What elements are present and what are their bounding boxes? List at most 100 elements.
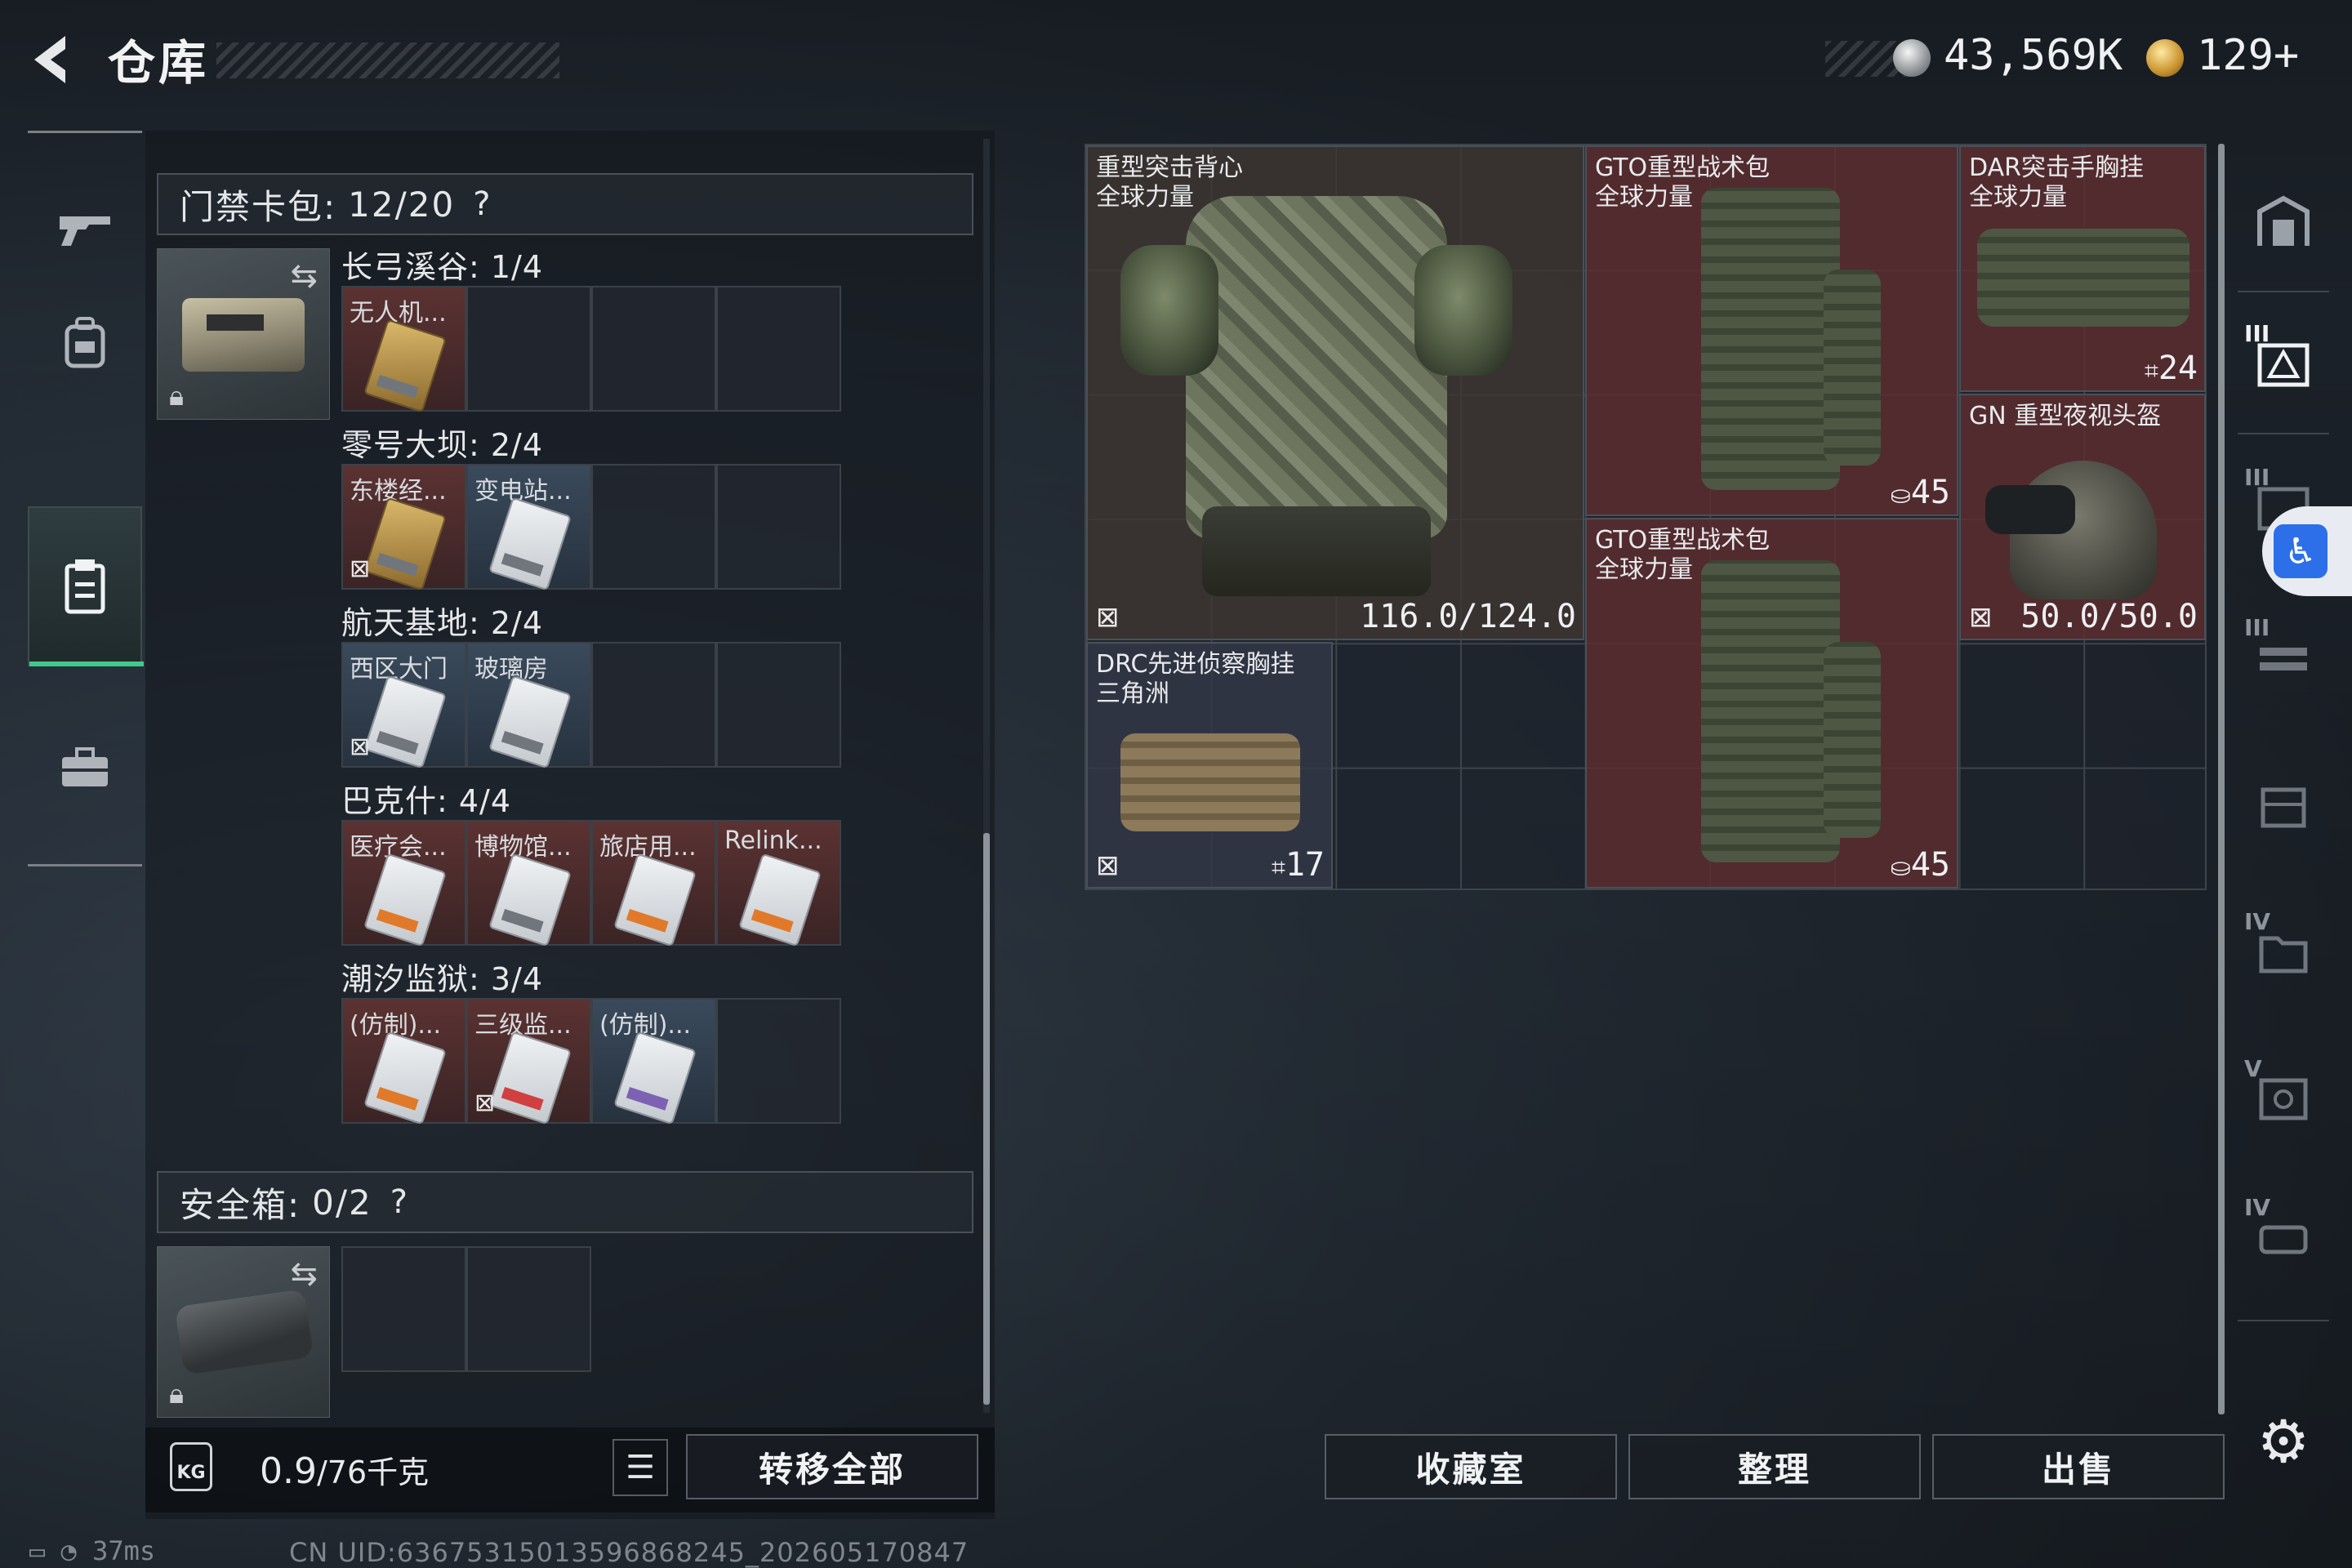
keycard-icon [488, 497, 572, 591]
keycard-slot[interactable]: 医疗会... [341, 820, 466, 947]
keycard-slot[interactable]: 东楼经... ⊠ [341, 464, 466, 591]
safe-icon [2257, 195, 2310, 246]
safe-box-slot[interactable]: ⇆ 🔒︎ [157, 1246, 330, 1418]
inventory-item-vest[interactable]: 重型突击背心 全球力量 ⊠ 116.0/124.0 [1086, 145, 1584, 640]
item-capacity: ⛀45 [1890, 846, 1950, 884]
gold-coin-icon [2146, 39, 2184, 77]
transfer-all-button[interactable]: 转移全部 [686, 1434, 978, 1499]
storage-tab-1[interactable] [2234, 160, 2332, 283]
sell-button[interactable]: 出售 [1932, 1434, 2225, 1499]
accessibility-button[interactable]: ♿︎ [2262, 506, 2352, 596]
keycard-slot[interactable]: Relink... [716, 820, 841, 947]
backpack-side-pouch [1824, 642, 1881, 838]
keycard-name: 玻璃房 [474, 655, 548, 684]
empty-keycard-slot[interactable] [716, 642, 841, 768]
inventory-item-gto-bag[interactable]: GTO重型战术包 全球力量 ⛀45 [1585, 518, 1958, 889]
inventory-item-dar-chest-rig[interactable]: DAR突击手胸挂 全球力量 ⌗24 [1959, 145, 2206, 392]
supplies-tab[interactable] [28, 702, 142, 833]
rig-icon: ⌗ [2144, 357, 2158, 385]
keycard-slot[interactable]: 玻璃房 [466, 642, 591, 769]
empty-keycard-slot[interactable] [591, 642, 716, 768]
back-arrow-icon[interactable] [24, 31, 82, 88]
safe-box-empty-slot[interactable] [341, 1246, 466, 1372]
network-status: ▭ ◔ 37ms [29, 1535, 156, 1566]
empty-keycard-slot[interactable] [716, 286, 841, 412]
no-insure-icon: ⊠ [474, 1089, 496, 1117]
keycard-slot[interactable]: 博物馆... [466, 820, 591, 947]
cards-tab[interactable] [28, 506, 144, 666]
storage-tab-7[interactable]: V [2234, 1037, 2332, 1160]
keycard-name: 医疗会... [350, 833, 447, 862]
backpack-image [1701, 560, 1840, 862]
keycard-slot[interactable]: 三级监... ⊠ [466, 998, 591, 1125]
keycard-stripe [376, 730, 419, 755]
bag-icon: ⛀ [1890, 853, 1911, 882]
safe-box-help-icon[interactable]: ? [390, 1183, 409, 1221]
keycard-icon [738, 853, 822, 947]
clipboard-icon [65, 559, 105, 614]
left-scrollbar[interactable] [983, 139, 990, 1413]
no-insure-icon: ⊠ [1969, 601, 1993, 634]
keycard-slot[interactable]: 旅店用... [591, 820, 716, 947]
nav-top-divider [28, 131, 142, 133]
empty-keycard-slot[interactable] [591, 464, 716, 590]
keycard-icon [488, 675, 572, 769]
user-id: CN UID:636753150135968682​45_20260517084… [289, 1537, 969, 1568]
keycard-slot[interactable]: 无人机... [341, 286, 466, 413]
keycard-slot[interactable]: (仿制)... [341, 998, 466, 1125]
keycard-case-window [207, 314, 264, 331]
backpack-icon [65, 317, 105, 368]
keycard-stripe [376, 908, 419, 933]
gold-amount[interactable]: 129+ [2197, 31, 2299, 80]
chest-rig-image [1977, 229, 2189, 327]
safe-box-empty-slot[interactable] [466, 1246, 591, 1372]
inventory-item-nv-helmet[interactable]: GN 重型夜视头盔 ⊠ 50.0/50.0 [1959, 394, 2206, 640]
item-name: GTO重型战术包 全球力量 [1595, 154, 1771, 212]
keycard-row: 无人机... [341, 286, 841, 413]
keycard-icon [613, 1031, 697, 1125]
backpack-side-pouch [1824, 270, 1881, 466]
keycard-icon [488, 853, 572, 947]
settings-button[interactable]: ⚙ [2234, 1380, 2332, 1503]
organize-button[interactable]: 整理 [1628, 1434, 1921, 1499]
storage-tab-8[interactable]: IV [2234, 1176, 2332, 1298]
keycard-slot[interactable]: 变电站... [466, 464, 591, 591]
keycard-slot[interactable]: (仿制)... [591, 998, 716, 1125]
keycard-stripe [501, 1086, 544, 1111]
keycard-name: 西区大门 [350, 655, 448, 684]
storage-tab-2[interactable]: III [2234, 302, 2332, 425]
storage-tab-5[interactable] [2234, 743, 2332, 866]
lock-icon: 🔒︎ [169, 1378, 185, 1410]
keycard-slot[interactable]: 西区大门 ⊠ [341, 642, 466, 769]
nav-separator [2238, 291, 2329, 292]
swap-icon[interactable]: ⇆ [290, 1255, 318, 1293]
keycard-icon [363, 497, 447, 591]
collection-room-button[interactable]: 收藏室 [1325, 1434, 1617, 1499]
swap-icon[interactable]: ⇆ [290, 257, 318, 295]
empty-keycard-slot[interactable] [591, 286, 716, 412]
lock-icon: 🔒︎ [169, 380, 185, 412]
keycard-help-icon[interactable]: ? [473, 185, 492, 223]
inventory-item-gto-bag[interactable]: GTO重型战术包 全球力量 ⛀45 [1585, 145, 1958, 516]
inventory-item-drc-chest-rig[interactable]: DRC先进侦察胸挂 三角洲 ⊠ ⌗17 [1086, 642, 1333, 889]
storage-tab-4[interactable]: III [2234, 596, 2332, 719]
empty-keycard-slot[interactable] [716, 998, 841, 1124]
keycard-case-slot[interactable]: ⇆ 🔒︎ [157, 248, 330, 420]
list-icon: ☰ [626, 1449, 655, 1486]
safe-box-label: 安全箱: [180, 1184, 301, 1225]
keycard-icon [363, 318, 447, 413]
inventory-scrollbar[interactable] [2218, 144, 2225, 1414]
silver-amount[interactable]: 43,569K [1944, 31, 2123, 80]
storage-tab-6[interactable]: IV [2234, 890, 2332, 1013]
keycard-stripe [501, 730, 544, 755]
top-bar: 仓库 43,569K 129+ [0, 0, 2352, 122]
empty-keycard-slot[interactable] [716, 464, 841, 590]
tab-level: III [2244, 614, 2270, 641]
list-view-button[interactable]: ☰ [612, 1439, 668, 1496]
gear-tab[interactable] [28, 278, 142, 408]
weapons-tab[interactable] [28, 163, 142, 294]
empty-keycard-slot[interactable] [466, 286, 591, 412]
bag-icon: ⛀ [1890, 481, 1911, 510]
vest-shoulder-right [1414, 245, 1512, 376]
keycard-icon [363, 675, 447, 769]
